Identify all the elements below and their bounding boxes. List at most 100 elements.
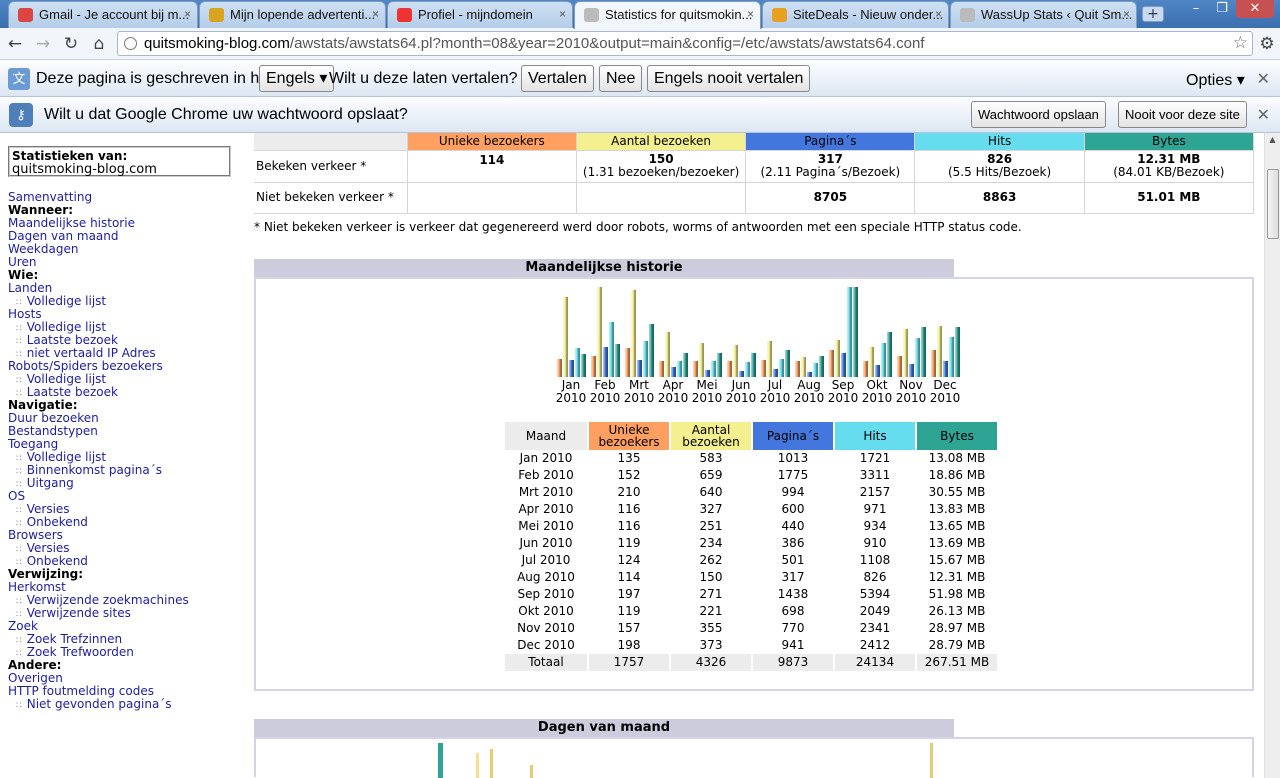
header-hits: Hits — [914, 133, 1085, 151]
scrollbar[interactable]: ▲ — [1264, 133, 1280, 778]
header-unique: Unieke bezoekers — [407, 133, 577, 151]
reload-icon[interactable]: ↻ — [60, 33, 82, 55]
tab-close-icon[interactable]: × — [559, 2, 566, 27]
table-row: Aug 2010 114 150 317 826 12.31 MB — [505, 569, 997, 586]
page-info-icon[interactable] — [124, 37, 137, 50]
x-tick-month: Jan — [561, 378, 581, 392]
browser-tab[interactable]: Gmail - Je account bij m... × — [8, 1, 198, 28]
days-bar — [438, 742, 443, 778]
x-tick-year: 2010 — [862, 391, 893, 405]
favicon-icon — [397, 8, 412, 22]
bar-shade-unique — [727, 360, 732, 377]
summary-table: Unieke bezoekers Aantal bezoeken Pagina´… — [254, 133, 1255, 214]
key-icon: ⚷ — [9, 103, 33, 127]
bar-shade-bytes — [649, 323, 654, 377]
cell-pages: 770 — [781, 621, 805, 635]
cell-unique: 152 — [617, 468, 641, 482]
x-tick-month: Jun — [731, 378, 751, 392]
browser-tab[interactable]: Statistics for quitsmokin... × — [574, 1, 761, 29]
bar-shade-hits — [677, 360, 682, 377]
address-bar[interactable]: quitsmoking-blog.com/awstats/awstats64.p… — [117, 31, 1253, 56]
notseen-bytes: 51.01 MB — [1137, 190, 1201, 204]
cell-unique: 135 — [617, 451, 641, 465]
menu-link[interactable]: Uitgang — [8, 477, 248, 490]
main-content: Unieke bezoekers Aantal bezoeken Pagina´… — [254, 133, 1255, 778]
never-translate-button[interactable]: Engels nooit vertalen — [647, 65, 811, 92]
cell-pages: 1013 — [777, 451, 809, 465]
days-section-title: Dagen van maand — [254, 718, 954, 737]
tab-close-icon[interactable]: × — [935, 2, 942, 27]
toolbar: ← → ↻ ⌂ quitsmoking-blog.com/awstats/aws… — [0, 28, 1280, 60]
tab-close-icon[interactable]: × — [747, 2, 754, 27]
x-tick-month: Mrt — [629, 378, 649, 392]
tab-title: SiteDeals - Nieuw onder... — [793, 7, 944, 22]
bookmark-star-icon[interactable]: ☆ — [1233, 33, 1248, 53]
x-tick-year: 2010 — [794, 391, 825, 405]
bar-shade-pages — [943, 360, 948, 377]
window-close-icon[interactable]: ✕ — [1236, 0, 1274, 18]
seen-bytes: 12.31 MB — [1137, 152, 1201, 166]
forward-icon[interactable]: → — [32, 33, 54, 55]
back-icon[interactable]: ← — [4, 33, 26, 55]
new-tab-button[interactable]: + — [1142, 6, 1164, 22]
cell-unique: 114 — [617, 570, 641, 584]
notseen-traffic-label: Niet bekeken verkeer * — [254, 182, 408, 214]
translate-button[interactable]: Vertalen — [521, 65, 594, 92]
close-icon[interactable]: ✕ — [1257, 69, 1270, 89]
cell-bytes: 18.86 MB — [928, 468, 986, 482]
bar-shade-hits — [813, 362, 818, 377]
tab-close-icon[interactable]: × — [372, 2, 379, 27]
cell-hits: 2412 — [859, 638, 891, 652]
menu-link[interactable]: Uren — [8, 256, 248, 269]
x-tick-month: Dec — [933, 378, 956, 392]
seen-hits: 826 — [987, 152, 1013, 166]
seen-pages: 317 — [817, 152, 843, 166]
cell-bytes: 15.67 MB — [928, 553, 986, 567]
password-message: Wilt u dat Google Chrome uw wachtwoord o… — [44, 106, 408, 123]
tab-close-icon[interactable]: × — [184, 2, 191, 27]
seen-bytes-sub: (84.01 KB/Bezoek) — [1113, 165, 1225, 179]
col-bytes: Bytes — [917, 421, 997, 450]
tab-close-icon[interactable]: × — [1123, 2, 1130, 27]
minimize-icon[interactable]: – — [1184, 0, 1208, 18]
save-password-button[interactable]: Wachtwoord opslaan — [971, 101, 1106, 128]
bar-shade-hits — [575, 347, 580, 377]
menu-link[interactable]: Niet gevonden pagina´s — [8, 698, 248, 711]
never-save-button[interactable]: Nooit voor deze site — [1118, 101, 1247, 128]
stats-site-box: Statistieken van: quitsmoking-blog.com — [8, 146, 231, 177]
table-row: Jul 2010 124 262 501 1108 15.67 MB — [505, 552, 997, 569]
bar-shade-pages — [773, 368, 778, 377]
col-hits: Hits — [835, 421, 915, 450]
scrollbar-thumb[interactable] — [1267, 169, 1279, 239]
bar-shade-pages — [841, 352, 846, 377]
cell-unique: 119 — [617, 604, 641, 618]
cell-unique: 116 — [617, 502, 641, 516]
wrench-icon[interactable]: ⚙ — [1256, 33, 1278, 55]
menu-link[interactable]: Verwijzende sites — [8, 607, 248, 620]
scroll-up-icon[interactable]: ▲ — [1265, 135, 1280, 144]
bar-shade-unique — [795, 360, 800, 377]
browser-tab[interactable]: Profiel - mijndomein × — [387, 1, 573, 28]
language-select[interactable]: Engels ▾ — [259, 65, 335, 92]
browser-tab[interactable]: Mijn lopende advertenti... × — [199, 1, 386, 28]
favicon-icon — [960, 8, 975, 22]
translate-icon: 文 — [8, 68, 30, 90]
bar-shade-unique — [625, 347, 630, 377]
menu-link[interactable]: Weekdagen — [8, 243, 248, 256]
home-icon[interactable]: ⌂ — [88, 33, 110, 55]
notseen-visits — [576, 182, 747, 214]
x-tick-month: Sep — [832, 378, 855, 392]
no-button[interactable]: Nee — [599, 65, 643, 92]
cell-month: Apr 2010 — [518, 502, 574, 516]
browser-tab[interactable]: WassUp Stats ‹ Quit Sm... × — [950, 1, 1137, 28]
options-menu[interactable]: Opties ▾ — [1186, 70, 1245, 90]
col-visits: Aantal bezoeken — [671, 421, 751, 450]
close-icon[interactable]: ✕ — [1257, 105, 1270, 125]
browser-tab[interactable]: SiteDeals - Nieuw onder... × — [762, 1, 949, 28]
cell-visits: 150 — [699, 570, 723, 584]
menu-link[interactable]: Volledige lijst — [8, 295, 248, 308]
maximize-icon[interactable]: ❐ — [1210, 0, 1234, 18]
days-bar — [530, 764, 533, 778]
cell-bytes: 13.08 MB — [928, 451, 986, 465]
tab-title: Mijn lopende advertenti... — [230, 7, 376, 22]
